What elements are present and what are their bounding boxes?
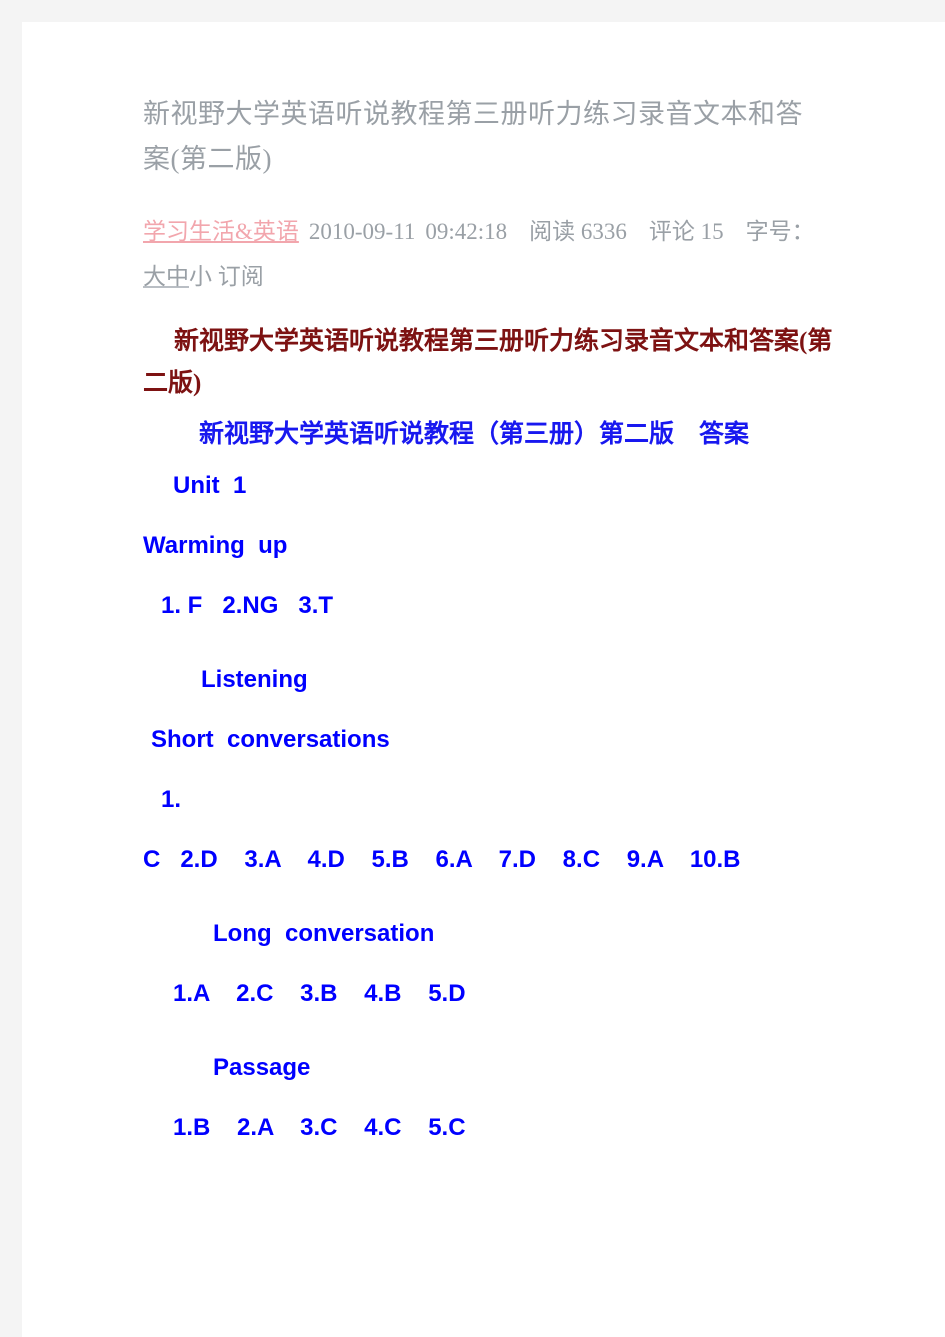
font-size-large-button[interactable]: 大 [143, 264, 166, 289]
long-conversation-answers: 1.A 2.C 3.B 4.B 5.D [173, 980, 466, 1007]
subscribe-link[interactable]: 订阅 [218, 264, 264, 289]
article-blue-heading: 新视野大学英语听说教程（第三册）第二版 答案 [199, 421, 750, 448]
font-size-medium-button[interactable]: 中 [166, 264, 189, 289]
category-link[interactable]: 学习生活&英语 [143, 219, 299, 244]
passage-answers: 1.B 2.A 3.C 4.C 5.C [173, 1114, 466, 1141]
read-count: 6336 [580, 219, 627, 244]
document-content: 新视野大学英语听说教程第三册听力练习录音文本和答案(第二版) 学习生活&英语 20… [143, 92, 843, 1158]
article-meta: 学习生活&英语 2010-09-11 09:42:18 阅读 6336 评论 15 字号：… [143, 182, 833, 299]
listening-heading: Listening [201, 666, 308, 693]
publish-date: 2010-09-11 [308, 219, 416, 244]
page-sheet: 新视野大学英语听说教程第三册听力练习录音文本和答案(第二版) 学习生活&英语 20… [22, 22, 945, 1337]
short-conversations-heading: Short conversations [151, 726, 390, 753]
long-conversation-heading: Long conversation [213, 920, 435, 947]
short-conversations-number: 1. [161, 786, 182, 813]
unit-heading: Unit 1 [173, 472, 247, 499]
page-frame: 新视野大学英语听说教程第三册听力练习录音文本和答案(第二版) 学习生活&英语 20… [0, 0, 945, 1337]
passage-heading: Passage [213, 1054, 311, 1081]
warming-up-heading: Warming up [143, 532, 288, 559]
publish-time: 09:42:18 [425, 219, 508, 244]
article-red-heading: 新视野大学英语听说教程第三册听力练习录音文本和答案(第二版) [143, 328, 833, 397]
font-size-small-button[interactable]: 小 [189, 264, 212, 289]
short-conversations-answers: C 2.D 3.A 4.D 5.B 6.A 7.D 8.C 9.A 10.B [143, 846, 741, 873]
page-title: 新视野大学英语听说教程第三册听力练习录音文本和答案(第二版) [143, 99, 803, 174]
warming-up-answers: 1. F 2.NG 3.T [161, 592, 334, 619]
read-label: 阅读 [529, 219, 576, 244]
font-size-label: 字号： [745, 219, 815, 244]
comment-label: 评论 [648, 219, 695, 244]
comment-count: 15 [700, 219, 724, 244]
